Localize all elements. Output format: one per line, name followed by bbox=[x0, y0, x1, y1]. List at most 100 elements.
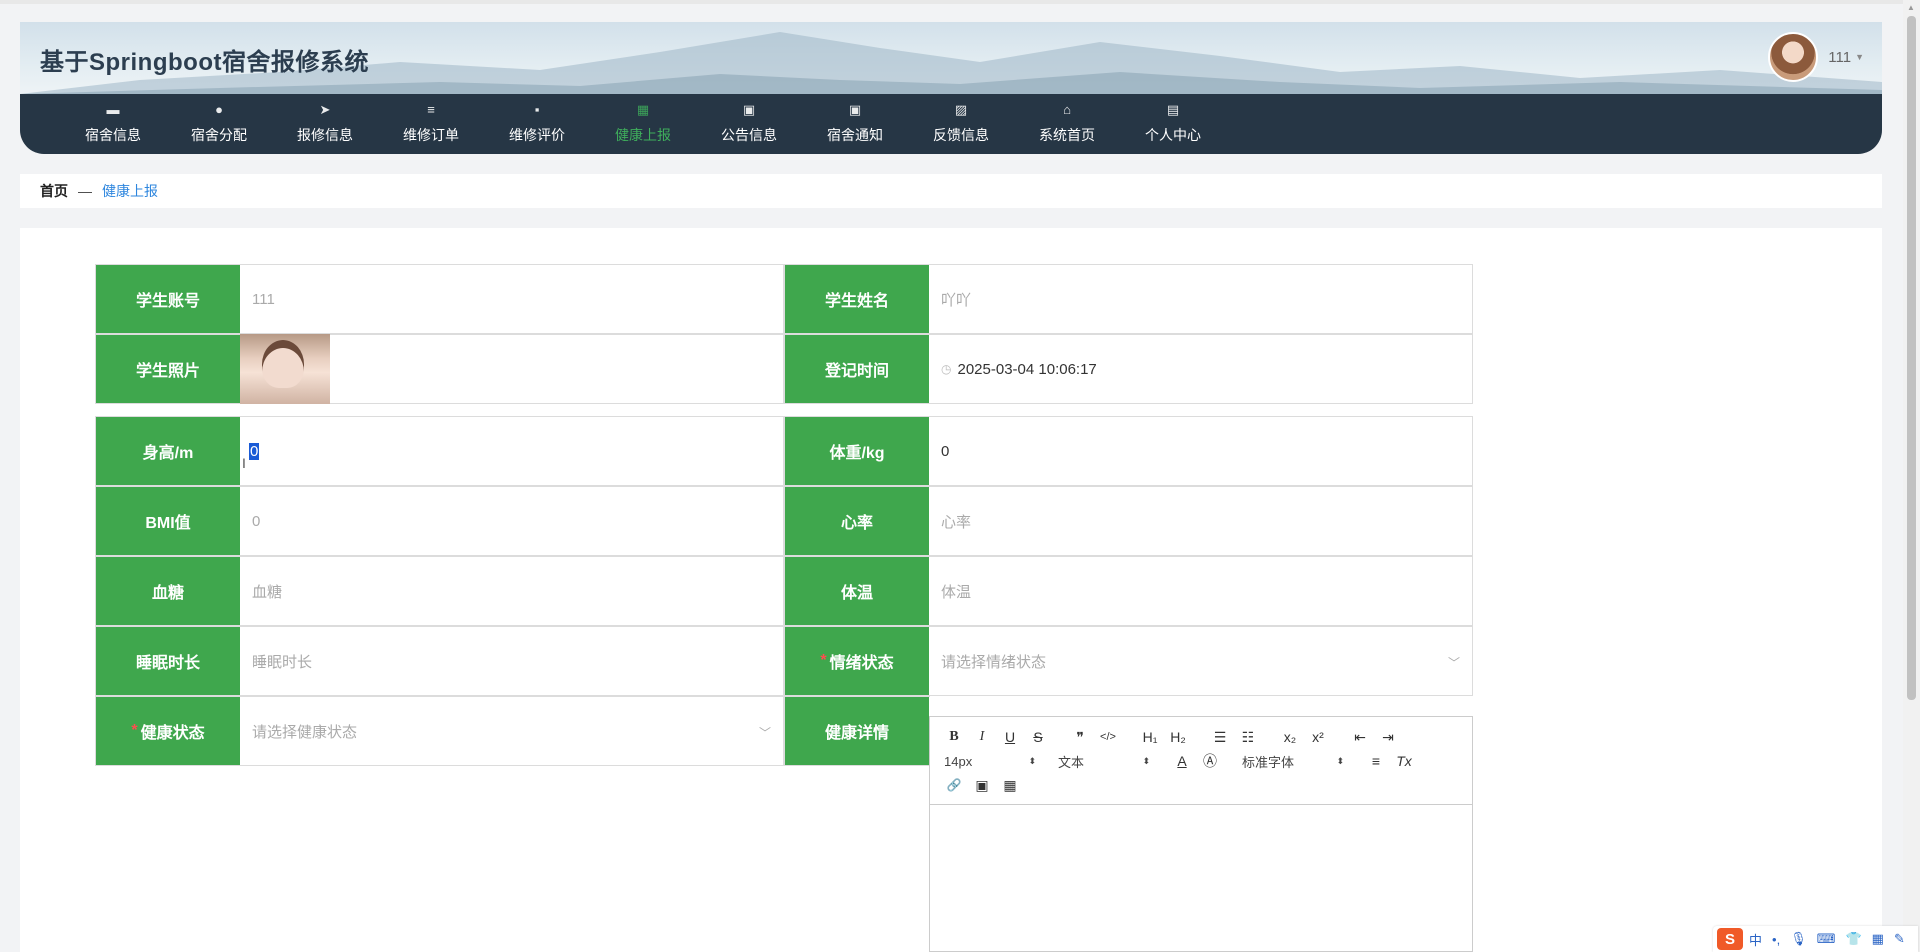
breadcrumb-home[interactable]: 首页 bbox=[40, 181, 68, 201]
page-scrollbar[interactable]: ▲ bbox=[1903, 0, 1920, 952]
nav-item-dorm-info[interactable]: ▬ 宿舍信息 bbox=[60, 94, 166, 154]
updown-icon: ⬍ bbox=[1336, 755, 1344, 766]
user-menu[interactable]: 111 ▼ bbox=[1768, 32, 1864, 82]
label-register-time: 登记时间 bbox=[785, 335, 929, 403]
toolbar-row: 14px ⬍ 文本 ⬍ A Ⓐ 标准字体 ⬍ ≡ Tx bbox=[940, 749, 1462, 773]
strike-button[interactable]: S bbox=[1024, 726, 1052, 748]
row-height: 身高/m 0 I bbox=[95, 416, 784, 486]
skin-icon[interactable]: 👕 bbox=[1845, 931, 1861, 947]
bullet-list-button[interactable]: ☷ bbox=[1234, 726, 1262, 748]
toolbar-row: B I U S ❞ </> H₁ H₂ ☰ ☷ x₂ x² ⇤ ⇥ bbox=[940, 725, 1462, 749]
health-status-select[interactable]: 请选择健康状态 ﹀ bbox=[240, 697, 783, 765]
nav-item-dorm-notice[interactable]: ▣ 宿舍通知 bbox=[802, 94, 908, 154]
background-color-button[interactable]: Ⓐ bbox=[1196, 750, 1224, 772]
video-button[interactable]: ▦ bbox=[996, 774, 1024, 796]
code-block-button[interactable]: </> bbox=[1094, 726, 1122, 748]
font-family-select[interactable]: 标准字体 ⬍ bbox=[1238, 750, 1348, 772]
row-health-status: * 健康状态 请选择健康状态 ﹀ bbox=[95, 696, 784, 766]
subscript-button[interactable]: x₂ bbox=[1276, 726, 1304, 748]
nav-label: 公告信息 bbox=[721, 127, 777, 143]
mood-select[interactable]: 请选择情绪状态 ﹀ bbox=[929, 627, 1472, 695]
sogou-logo-icon[interactable]: S bbox=[1717, 928, 1743, 950]
student-account-field: 111 bbox=[252, 290, 275, 308]
label-student-name: 学生姓名 bbox=[785, 265, 929, 333]
nav-item-repair-review[interactable]: ▪ 维修评价 bbox=[484, 94, 590, 154]
height-value-selected[interactable]: 0 bbox=[249, 442, 260, 460]
ordered-list-button[interactable]: ☰ bbox=[1206, 726, 1234, 748]
label-student-photo: 学生照片 bbox=[96, 335, 240, 403]
nav-item-dorm-assign[interactable]: ● 宿舍分配 bbox=[166, 94, 272, 154]
font-size-select[interactable]: 14px ⬍ bbox=[940, 750, 1040, 772]
row-student-name: 学生姓名 吖吖 bbox=[784, 264, 1473, 334]
sleep-duration-input[interactable]: 睡眠时长 bbox=[240, 627, 783, 695]
blood-sugar-input[interactable]: 血糖 bbox=[240, 557, 783, 625]
toolbar-row: 🔗 ▣ ▦ bbox=[940, 773, 1462, 797]
chevron-down-icon: ﹀ bbox=[758, 726, 771, 740]
nav-item-health-report[interactable]: ▦ 健康上报 bbox=[590, 94, 696, 154]
row-bmi: BMI值 0 bbox=[95, 486, 784, 556]
nav-item-announcements[interactable]: ▣ 公告信息 bbox=[696, 94, 802, 154]
nav-item-home[interactable]: ⌂ 系统首页 bbox=[1014, 94, 1120, 154]
user-name[interactable]: 111 bbox=[1828, 49, 1851, 66]
bold-button[interactable]: B bbox=[940, 726, 968, 748]
height-input[interactable]: 0 I bbox=[240, 417, 783, 485]
nav-label: 维修订单 bbox=[403, 127, 459, 143]
font-color-button[interactable]: A bbox=[1168, 750, 1196, 772]
scroll-up-icon[interactable]: ▲ bbox=[1907, 3, 1915, 12]
label-height: 身高/m bbox=[96, 417, 240, 485]
blockquote-button[interactable]: ❞ bbox=[1066, 726, 1094, 748]
text-cursor-icon: I bbox=[242, 455, 246, 471]
punctuation-icon[interactable]: •, bbox=[1772, 932, 1780, 947]
weight-input[interactable]: 0 bbox=[929, 417, 1472, 485]
microphone-icon[interactable]: 🎙 bbox=[1790, 931, 1807, 947]
clear-format-button[interactable]: Tx bbox=[1390, 750, 1418, 772]
scrollbar-thumb[interactable] bbox=[1907, 16, 1916, 700]
user-icon: ● bbox=[215, 102, 223, 117]
h2-button[interactable]: H₂ bbox=[1164, 726, 1192, 748]
nav-label: 个人中心 bbox=[1145, 127, 1201, 143]
bmi-field: 0 bbox=[252, 512, 261, 530]
nav-item-repair-info[interactable]: ➤ 报修信息 bbox=[272, 94, 378, 154]
text-style-select[interactable]: 文本 ⬍ bbox=[1054, 750, 1154, 772]
label-weight: 体重/kg bbox=[785, 417, 929, 485]
row-heart-rate: 心率 心率 bbox=[784, 486, 1473, 556]
nav-label: 宿舍信息 bbox=[85, 127, 141, 143]
row-student-photo: 学生照片 bbox=[95, 334, 784, 404]
ime-toolbar[interactable]: S 中 •, 🎙 ⌨ 👕 ▦ ✎ bbox=[1713, 926, 1918, 952]
editor-content-area[interactable] bbox=[930, 805, 1472, 951]
indent-button[interactable]: ⇥ bbox=[1374, 726, 1402, 748]
nav-item-profile[interactable]: ▤ 个人中心 bbox=[1120, 94, 1226, 154]
nav-item-feedback[interactable]: ▨ 反馈信息 bbox=[908, 94, 1014, 154]
body-temp-input[interactable]: 体温 bbox=[929, 557, 1472, 625]
image-button[interactable]: ▣ bbox=[968, 774, 996, 796]
align-button[interactable]: ≡ bbox=[1362, 750, 1390, 772]
row-sleep-duration: 睡眠时长 睡眠时长 bbox=[95, 626, 784, 696]
underline-button[interactable]: U bbox=[996, 726, 1024, 748]
label-body-temp: 体温 bbox=[785, 557, 929, 625]
font-size-value: 14px bbox=[944, 753, 973, 769]
clock-icon: ◷ bbox=[941, 362, 952, 376]
superscript-button[interactable]: x² bbox=[1304, 726, 1332, 748]
tool-icon[interactable]: ✎ bbox=[1894, 931, 1905, 947]
student-photo-image[interactable] bbox=[240, 334, 330, 404]
heart-rate-input[interactable]: 心率 bbox=[929, 487, 1472, 555]
breadcrumb-current: 健康上报 bbox=[102, 183, 158, 199]
caret-down-icon[interactable]: ▼ bbox=[1855, 52, 1864, 62]
user-avatar[interactable] bbox=[1768, 32, 1819, 82]
register-time-value: 2025-03-04 10:06:17 bbox=[957, 360, 1097, 378]
font-family-value: 标准字体 bbox=[1242, 754, 1295, 770]
link-button[interactable]: 🔗 bbox=[940, 774, 968, 796]
ime-lang-toggle[interactable]: 中 bbox=[1749, 930, 1762, 949]
nav-label: 维修评价 bbox=[509, 127, 565, 143]
keyboard-icon[interactable]: ⌨ bbox=[1817, 931, 1836, 947]
list-icon: ≡ bbox=[427, 102, 435, 117]
h1-button[interactable]: H₁ bbox=[1136, 726, 1164, 748]
nav-item-repair-orders[interactable]: ≡ 维修订单 bbox=[378, 94, 484, 154]
chart-icon: ▨ bbox=[954, 102, 968, 117]
apps-icon[interactable]: ▦ bbox=[1872, 931, 1884, 947]
row-student-account: 学生账号 111 bbox=[95, 264, 784, 334]
system-title: 基于Springboot宿舍报修系统 bbox=[40, 49, 369, 76]
label-health-detail: 健康详情 bbox=[785, 697, 929, 765]
outdent-button[interactable]: ⇤ bbox=[1346, 726, 1374, 748]
italic-button[interactable]: I bbox=[968, 726, 996, 748]
